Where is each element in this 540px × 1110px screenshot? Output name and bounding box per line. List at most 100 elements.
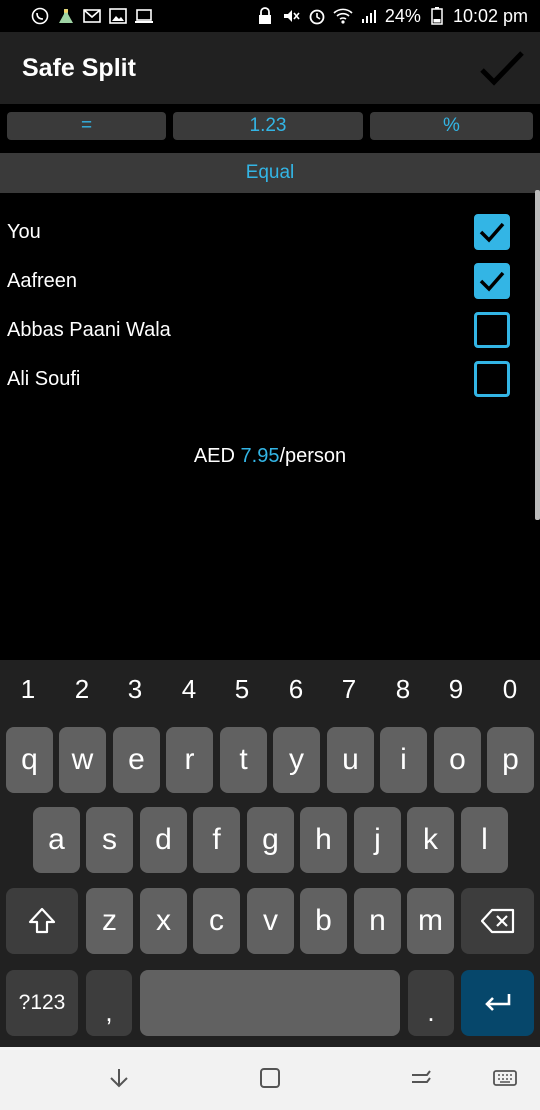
hide-keyboard-icon <box>110 1069 128 1088</box>
key-k[interactable]: k <box>407 807 454 873</box>
page-title: Safe Split <box>22 53 136 82</box>
key-z[interactable]: z <box>86 888 133 954</box>
clock: 10:02 pm <box>452 5 528 26</box>
keyboard-switch-button[interactable] <box>490 1063 520 1093</box>
battery-icon <box>427 6 447 26</box>
confirm-button[interactable] <box>478 44 526 92</box>
key-o[interactable]: o <box>434 727 481 793</box>
equals-mode-button[interactable]: = <box>7 112 166 140</box>
key-2[interactable]: 2 <box>55 674 109 710</box>
key-n[interactable]: n <box>354 888 401 954</box>
key-g[interactable]: g <box>247 807 294 873</box>
recents-button[interactable] <box>406 1063 436 1093</box>
notification-icons <box>30 6 154 26</box>
battery-percent: 24% <box>384 5 421 26</box>
key-l[interactable]: l <box>461 807 508 873</box>
person-name: You <box>7 221 41 243</box>
key-a[interactable]: a <box>33 807 80 873</box>
list-item[interactable]: Ali Soufi <box>0 357 530 403</box>
navigation-bar <box>0 1047 540 1110</box>
person-name: Aafreen <box>7 270 78 292</box>
system-icons: 24% 10:02 pm <box>255 6 528 27</box>
per-person-suffix: /person <box>279 445 347 467</box>
person-name: Ali Soufi <box>7 368 81 390</box>
key-w[interactable]: w <box>59 727 106 793</box>
per-person-amount: AED 7.95/person <box>0 445 540 468</box>
key-x[interactable]: x <box>140 888 187 954</box>
soft-keyboard: 1 2 3 4 5 6 7 8 9 0 q w e r t y u i o p … <box>0 660 540 1047</box>
backspace-key[interactable] <box>461 888 534 954</box>
flask-icon <box>56 6 76 26</box>
period-key[interactable]: . <box>408 970 454 1036</box>
signal-icon <box>359 6 379 26</box>
check-icon <box>479 271 505 292</box>
key-3[interactable]: 3 <box>108 674 162 710</box>
laptop-icon <box>134 6 154 26</box>
enter-key[interactable] <box>461 970 534 1036</box>
recents-icon <box>412 1070 431 1083</box>
amount-value: 7.95 <box>240 445 280 467</box>
key-p[interactable]: p <box>487 727 534 793</box>
amount-mode-button[interactable]: 1.23 <box>173 112 363 140</box>
symbols-key[interactable]: ?123 <box>6 970 78 1036</box>
app-bar: Safe Split <box>0 32 540 104</box>
scrollbar[interactable] <box>535 190 540 520</box>
key-0[interactable]: 0 <box>483 674 537 710</box>
lock-icon <box>255 6 275 26</box>
key-b[interactable]: b <box>300 888 347 954</box>
person-checkbox[interactable] <box>474 214 510 250</box>
space-key[interactable] <box>140 970 400 1036</box>
key-6[interactable]: 6 <box>269 674 323 710</box>
hide-keyboard-button[interactable] <box>104 1063 134 1093</box>
currency-label: AED <box>193 445 235 467</box>
check-icon <box>479 222 505 243</box>
person-checkbox[interactable] <box>474 312 510 348</box>
home-button[interactable] <box>255 1063 285 1093</box>
key-m[interactable]: m <box>407 888 454 954</box>
mute-icon <box>281 6 301 26</box>
key-7[interactable]: 7 <box>322 674 376 710</box>
key-d[interactable]: d <box>140 807 187 873</box>
key-v[interactable]: v <box>247 888 294 954</box>
whatsapp-icon <box>30 6 50 26</box>
key-i[interactable]: i <box>380 727 427 793</box>
key-u[interactable]: u <box>327 727 374 793</box>
key-e[interactable]: e <box>113 727 160 793</box>
key-t[interactable]: t <box>220 727 267 793</box>
key-h[interactable]: h <box>300 807 347 873</box>
comma-key[interactable]: , <box>86 970 132 1036</box>
person-checkbox[interactable] <box>474 361 510 397</box>
key-5[interactable]: 5 <box>215 674 269 710</box>
shift-icon <box>28 907 56 934</box>
list-item[interactable]: You <box>0 210 530 256</box>
check-icon <box>480 51 524 86</box>
person-checkbox[interactable] <box>474 263 510 299</box>
backspace-icon <box>480 908 514 934</box>
key-9[interactable]: 9 <box>429 674 483 710</box>
home-icon <box>260 1068 280 1088</box>
list-item[interactable]: Abbas Paani Wala <box>0 308 530 354</box>
split-mode-label: Equal <box>0 153 540 193</box>
key-s[interactable]: s <box>86 807 133 873</box>
wifi-icon <box>333 6 353 26</box>
alarm-icon <box>307 6 327 26</box>
key-4[interactable]: 4 <box>162 674 216 710</box>
key-c[interactable]: c <box>193 888 240 954</box>
shift-key[interactable] <box>6 888 78 954</box>
key-1[interactable]: 1 <box>1 674 55 710</box>
percent-mode-button[interactable]: % <box>370 112 533 140</box>
key-j[interactable]: j <box>354 807 401 873</box>
gmail-icon <box>82 6 102 26</box>
status-bar: 24% 10:02 pm <box>0 0 540 32</box>
key-8[interactable]: 8 <box>376 674 430 710</box>
key-y[interactable]: y <box>273 727 320 793</box>
key-f[interactable]: f <box>193 807 240 873</box>
key-r[interactable]: r <box>166 727 213 793</box>
keyboard-icon <box>493 1070 517 1086</box>
enter-icon <box>484 994 510 1011</box>
person-name: Abbas Paani Wala <box>7 319 171 341</box>
image-icon <box>108 6 128 26</box>
key-q[interactable]: q <box>6 727 53 793</box>
list-item[interactable]: Aafreen <box>0 259 530 305</box>
split-mode-row: = 1.23 % <box>0 112 540 140</box>
